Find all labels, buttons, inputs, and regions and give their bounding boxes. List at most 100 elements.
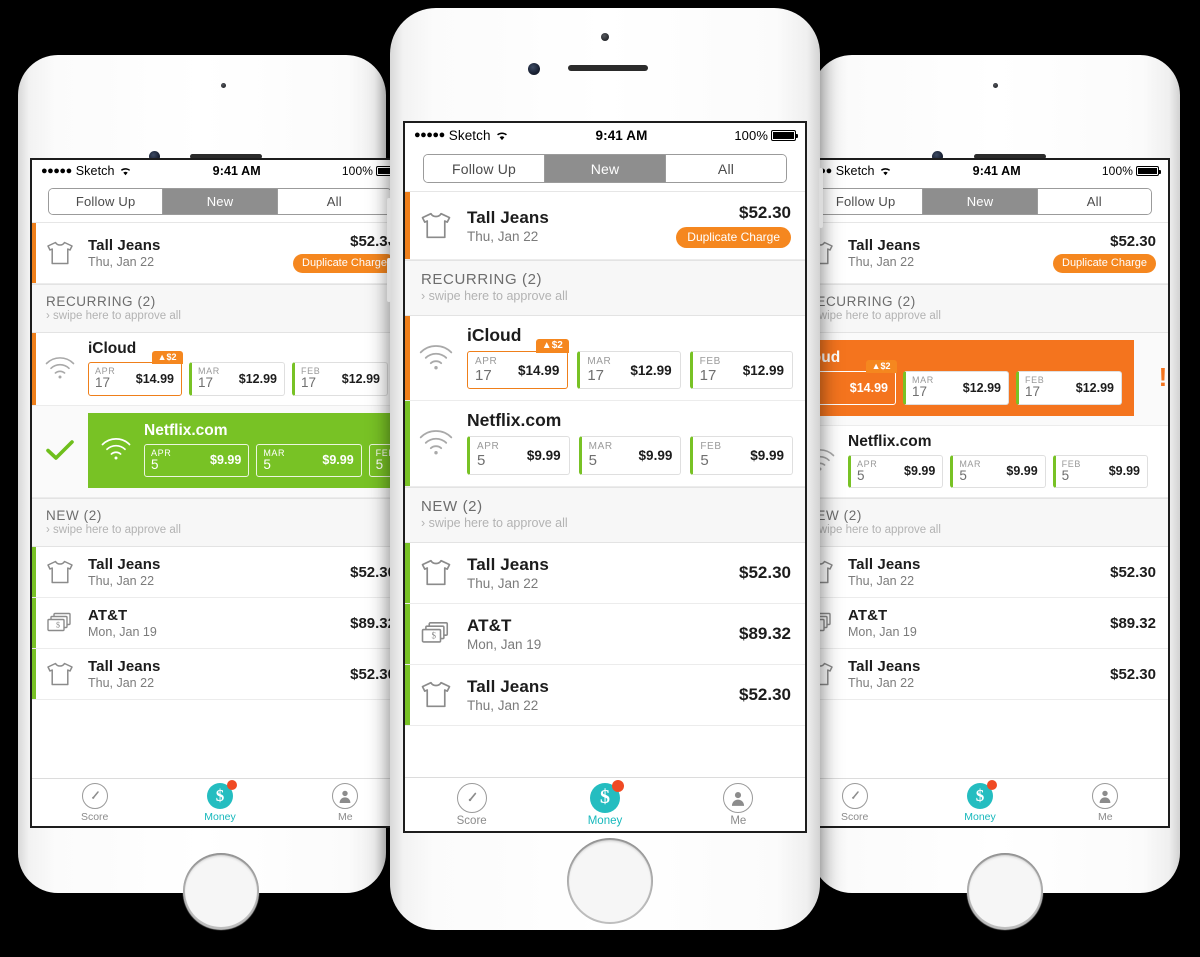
segment-new[interactable]: New [923,189,1038,214]
merchant-name: AT&T [848,607,888,625]
home-button[interactable] [183,853,259,929]
filter-segmented-control[interactable]: Follow Up New All [792,182,1168,222]
recurring-row-icloud-flagged[interactable]: iCloud ▲$2 APR 17 $14.99 [792,333,1168,426]
transaction-row-duplicate[interactable]: Tall Jeans Thu, Jan 22 $52.30 Duplicate … [792,223,1168,284]
history-chip[interactable]: ▲$2 APR 17 $14.99 [88,351,183,396]
status-bar: ●●●●● Sketch 9:41 AM 100% [792,160,1168,182]
section-header-recurring[interactable]: RECURRING (2) › swipe here to approve al… [792,284,1168,333]
chevron-right-icon: › [421,289,426,303]
status-stripe [405,401,410,486]
section-header-new[interactable]: NEW (2) › swipe here to approve all [32,498,408,548]
history-chip[interactable]: MAR 5 $9.99 [950,454,1046,489]
proximity-sensor-icon [993,83,998,88]
power-button[interactable] [819,168,823,228]
segment-follow-up[interactable]: Follow Up [49,189,164,214]
merchant-name: Tall Jeans [848,658,921,676]
history-chip[interactable]: FEB 17 $12.99 [689,351,793,390]
tab-bar[interactable]: Score $ Money Me [32,778,408,826]
recurring-row-netflix[interactable]: Netflix.com APR 5 $9.99 MAR 5 $9.99 FEB … [405,401,805,487]
status-stripe [405,316,410,401]
history-chip[interactable]: FEB 5 $9.99 [690,436,794,475]
merchant-name: Tall Jeans [88,556,161,574]
tab-bar[interactable]: Score $ Money Me [405,777,805,831]
history-chip[interactable]: MAR 5 $9.99 [578,436,682,475]
transaction-row[interactable]: Tall Jeans Thu, Jan 22 $52.30 [32,649,408,701]
segment-new[interactable]: New [163,189,278,214]
tab-me[interactable]: Me [1043,782,1168,823]
history-chip[interactable]: FEB 5 $9.99 [1052,454,1148,489]
section-title: RECURRING (2) [806,294,916,309]
history-chip[interactable]: MAR 5 $9.99 [256,443,362,478]
merchant-name: Tall Jeans [88,237,161,254]
transaction-row-duplicate[interactable]: Tall Jeans Thu, Jan 22 $52.30 Duplicate … [32,223,408,284]
proximity-sensor-icon [601,33,609,41]
status-badge[interactable]: Duplicate Charge [1053,254,1156,273]
history-chip[interactable]: APR 5 $9.99 [848,454,944,489]
merchant-name: Tall Jeans [467,554,549,574]
segment-follow-up[interactable]: Follow Up [424,155,545,182]
history-chip[interactable]: ▲$2 APR 17 $14.99 [467,339,569,390]
merchant-name: iCloud [467,325,522,345]
recurring-row-netflix[interactable]: Netflix.com APR 5 $9.99 MAR 5 $9.99 FEB … [792,425,1168,499]
history-chip[interactable]: FEB 17 $12.99 [1016,371,1122,405]
filter-segmented-control[interactable]: Follow Up New All [32,182,408,222]
chip-amount: $9.99 [1108,464,1140,479]
section-header-new[interactable]: NEW (2) › swipe here to approve all [405,486,805,543]
transaction-row[interactable]: $ AT&T Mon, Jan 19 $89.32 [405,603,805,665]
tshirt-icon [405,559,467,586]
chip-day: 17 [95,375,111,391]
history-chip[interactable]: FEB 17 $12.99 [292,362,388,396]
home-button[interactable] [567,838,653,924]
history-chip[interactable]: MAR 17 $12.99 [903,371,1009,405]
status-badge[interactable]: Duplicate Charge [676,227,791,248]
status-badge[interactable]: Duplicate Charge [293,254,396,273]
transaction-row[interactable]: $ AT&T Mon, Jan 19 $89.32 [32,598,408,650]
recurring-row-icloud[interactable]: iCloud ▲$2 APR 17 $14.99 MAR 17 $12.99 F… [405,316,805,402]
segment-all[interactable]: All [1037,189,1151,214]
segment-all[interactable]: All [666,155,786,182]
filter-segmented-control[interactable]: Follow Up New All [405,147,805,191]
transaction-row[interactable]: Tall Jeans Thu, Jan 22 $52.30 [792,649,1168,701]
history-chip[interactable]: MAR 17 $12.99 [577,351,681,390]
tab-money[interactable]: $ Money [157,779,282,823]
section-subtitle: › swipe here to approve all [421,515,568,530]
person-icon [1092,782,1119,809]
tab-me[interactable]: Me [672,782,805,827]
segment-follow-up[interactable]: Follow Up [809,189,924,214]
transaction-amount: $52.30 [1110,665,1156,683]
transaction-row[interactable]: Tall Jeans Thu, Jan 22 $52.30 [32,547,408,599]
section-header-recurring[interactable]: RECURRING (2) › swipe here to approve al… [32,284,408,333]
history-chip[interactable]: APR 5 $9.99 [144,443,250,478]
phone-right: ●●●●● Sketch 9:41 AM 100% Follow Up New … [790,55,1180,929]
volume-button[interactable] [387,198,391,242]
volume-button[interactable] [387,258,391,302]
transaction-row-duplicate[interactable]: Tall Jeans Thu, Jan 22 $52.30 Duplicate … [405,192,805,260]
history-chip[interactable]: APR 5 $9.99 [467,436,570,475]
chip-amount: $12.99 [630,362,672,378]
recurring-row-icloud[interactable]: iCloud ▲$2 APR 17 $14.99 MAR 17 $12.99 F… [32,333,408,406]
segment-new[interactable]: New [545,155,666,182]
chip-amount: $9.99 [750,447,785,463]
tab-money[interactable]: $ Money [538,779,671,827]
transaction-row[interactable]: Tall Jeans Thu, Jan 22 $52.30 [405,542,805,604]
screen-right: ●●●●● Sketch 9:41 AM 100% Follow Up New … [790,158,1170,828]
history-chips: ▲$2 APR 17 $14.99 MAR 17 $12.99 [467,339,793,390]
section-header-recurring[interactable]: RECURRING (2) › swipe here to approve al… [405,260,805,316]
tab-score[interactable]: Score [405,782,538,827]
section-header-new[interactable]: NEW (2) › swipe here to approve all [792,498,1168,548]
transaction-row[interactable]: $ AT&T Mon, Jan 19 $89.32 [792,598,1168,650]
tab-score[interactable]: Score [32,782,157,823]
segment-all[interactable]: All [277,189,391,214]
history-chip[interactable]: MAR 17 $12.99 [189,362,285,396]
tab-money[interactable]: $ Money [917,779,1042,823]
transaction-date: Thu, Jan 22 [88,676,155,691]
chip-day: 5 [1061,468,1070,484]
tab-bar[interactable]: Score $ Money Me [792,778,1168,826]
home-button[interactable] [967,853,1043,929]
transaction-row[interactable]: Tall Jeans Thu, Jan 22 $52.30 [405,664,805,726]
transaction-row[interactable]: Tall Jeans Thu, Jan 22 $52.30 [792,547,1168,599]
section-title: RECURRING (2) [421,271,543,288]
wifi-icon [496,131,507,140]
wifi-icon [405,344,467,370]
recurring-row-netflix-approved[interactable]: Netflix.com APR 5 $9.99 MAR 5 $9.99 FEB … [32,405,408,499]
